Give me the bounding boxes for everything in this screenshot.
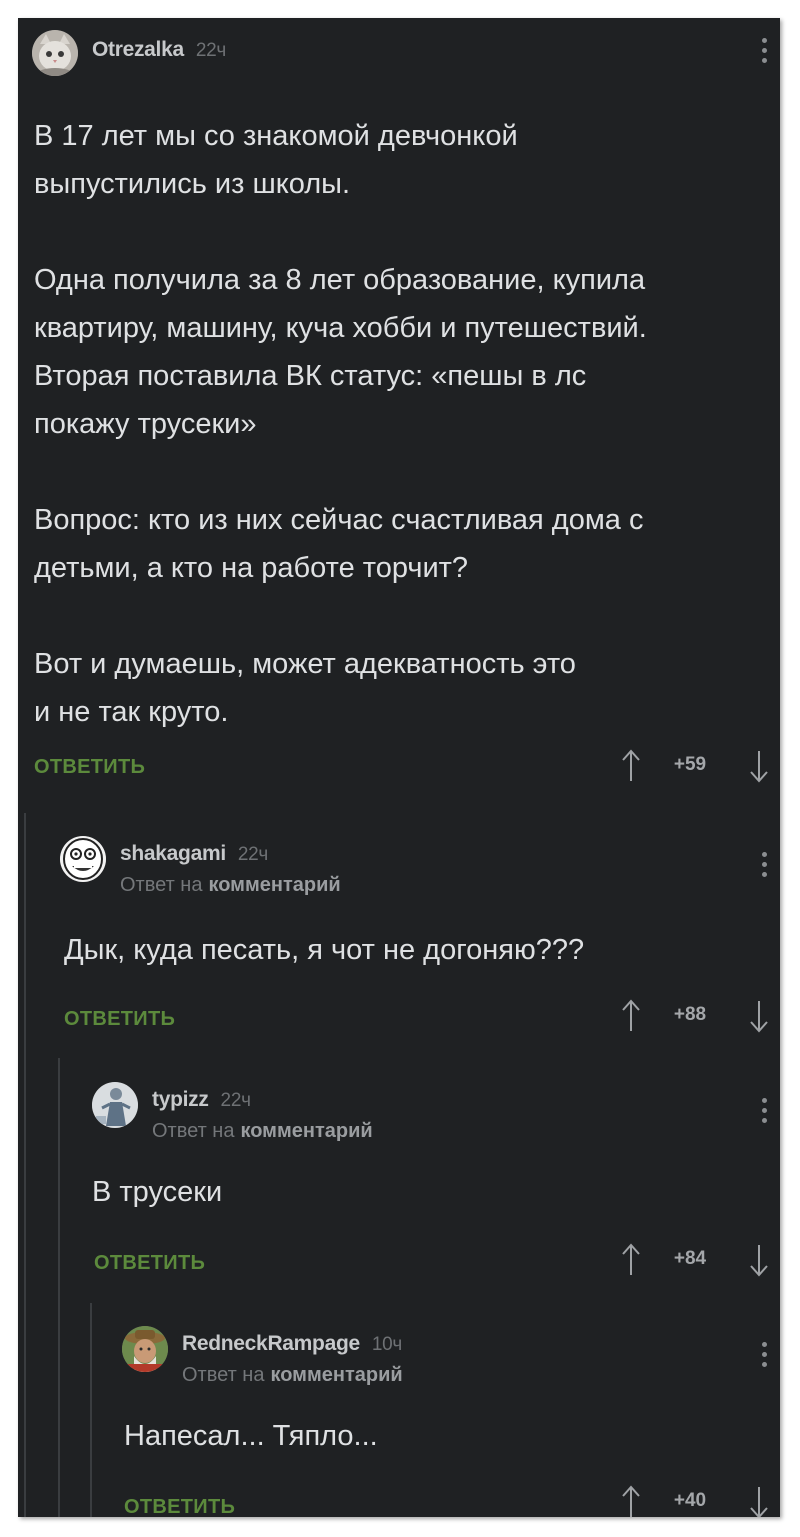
comments-panel: Otrezalka 22ч В 17 лет мы со знакомой дев…	[18, 18, 780, 1517]
reply-button[interactable]: ОТВЕТИТЬ	[124, 1496, 235, 1517]
reply-button[interactable]: ОТВЕТИТЬ	[64, 1008, 175, 1031]
comment-redneckrampage: RedneckRampage 10ч Ответ на комментарий На…	[122, 1326, 780, 1517]
reply-to-prefix: Ответ на	[120, 874, 203, 896]
score: +59	[673, 754, 707, 775]
score: +84	[673, 1248, 707, 1269]
timestamp: 10ч	[371, 1334, 403, 1355]
username-text[interactable]: typizz	[152, 1088, 209, 1111]
vote-controls: +88	[620, 998, 770, 1034]
upvote-arrow-icon[interactable]	[620, 748, 642, 784]
timestamp: 22ч	[237, 844, 268, 865]
timestamp: 22ч	[195, 40, 226, 61]
figure-avatar-icon	[92, 1082, 138, 1128]
thread-line	[58, 1058, 60, 1517]
comment-text: В 17 лет мы со знакомой девчонкой выпуст…	[34, 120, 647, 728]
comment-text: Напесал... Тяпло...	[124, 1420, 378, 1452]
vote-controls: +59	[620, 748, 770, 784]
reply-to-link[interactable]: комментарий	[240, 1120, 372, 1142]
reply-to: Ответ на комментарий	[182, 1364, 403, 1387]
avatar[interactable]	[122, 1326, 168, 1372]
avatar[interactable]	[32, 30, 78, 76]
downvote-arrow-icon[interactable]	[748, 1242, 770, 1278]
comment-typizz: typizz 22ч Ответ на комментарий В трусеки …	[92, 1082, 780, 1282]
reply-to-link[interactable]: комментарий	[208, 874, 340, 896]
reply-button[interactable]: ОТВЕТИТЬ	[94, 1252, 205, 1275]
reply-to: Ответ на комментарий	[120, 874, 341, 897]
comment-shakagami: shakagami 22ч Ответ на комментарий Дык, ку…	[60, 836, 780, 1036]
timestamp: 22ч	[220, 1090, 251, 1111]
username[interactable]: shakagami 22ч	[120, 842, 268, 866]
username[interactable]: typizz 22ч	[152, 1088, 251, 1112]
username-text[interactable]: RedneckRampage	[182, 1332, 360, 1355]
reply-button[interactable]: ОТВЕТИТЬ	[34, 756, 145, 779]
vote-controls: +84	[620, 1242, 770, 1278]
username[interactable]: Otrezalka 22ч	[92, 38, 226, 62]
thread-line	[24, 813, 26, 1517]
downvote-arrow-icon[interactable]	[748, 1484, 770, 1517]
reply-to: Ответ на комментарий	[152, 1120, 373, 1143]
vote-controls: +40	[620, 1484, 770, 1517]
reply-to-link[interactable]: комментарий	[270, 1364, 402, 1386]
more-options-icon[interactable]	[762, 1098, 768, 1128]
reply-to-prefix: Ответ на	[152, 1120, 235, 1142]
score: +40	[673, 1490, 707, 1511]
downvote-arrow-icon[interactable]	[748, 998, 770, 1034]
comment-text: В трусеки	[92, 1176, 223, 1208]
comment-text: Дык, куда песать, я чот не догоняю???	[64, 934, 585, 966]
username-text[interactable]: Otrezalka	[92, 38, 184, 61]
cat-avatar-icon	[32, 30, 78, 76]
redneck-avatar-icon	[122, 1326, 168, 1372]
username-text[interactable]: shakagami	[120, 842, 226, 865]
downvote-arrow-icon[interactable]	[748, 748, 770, 784]
reply-to-prefix: Ответ на	[182, 1364, 265, 1386]
comment-otrezalka: Otrezalka 22ч В 17 лет мы со знакомой дев…	[32, 30, 780, 790]
upvote-arrow-icon[interactable]	[620, 998, 642, 1034]
upvote-arrow-icon[interactable]	[620, 1484, 642, 1517]
avatar[interactable]	[92, 1082, 138, 1128]
upvote-arrow-icon[interactable]	[620, 1242, 642, 1278]
more-options-icon[interactable]	[762, 852, 768, 882]
more-options-icon[interactable]	[762, 1342, 768, 1372]
score: +88	[673, 1004, 707, 1025]
username[interactable]: RedneckRampage 10ч	[182, 1332, 402, 1356]
rage-face-avatar-icon	[60, 836, 106, 882]
avatar[interactable]	[60, 836, 106, 882]
more-options-icon[interactable]	[762, 38, 768, 68]
thread-line	[90, 1303, 92, 1517]
